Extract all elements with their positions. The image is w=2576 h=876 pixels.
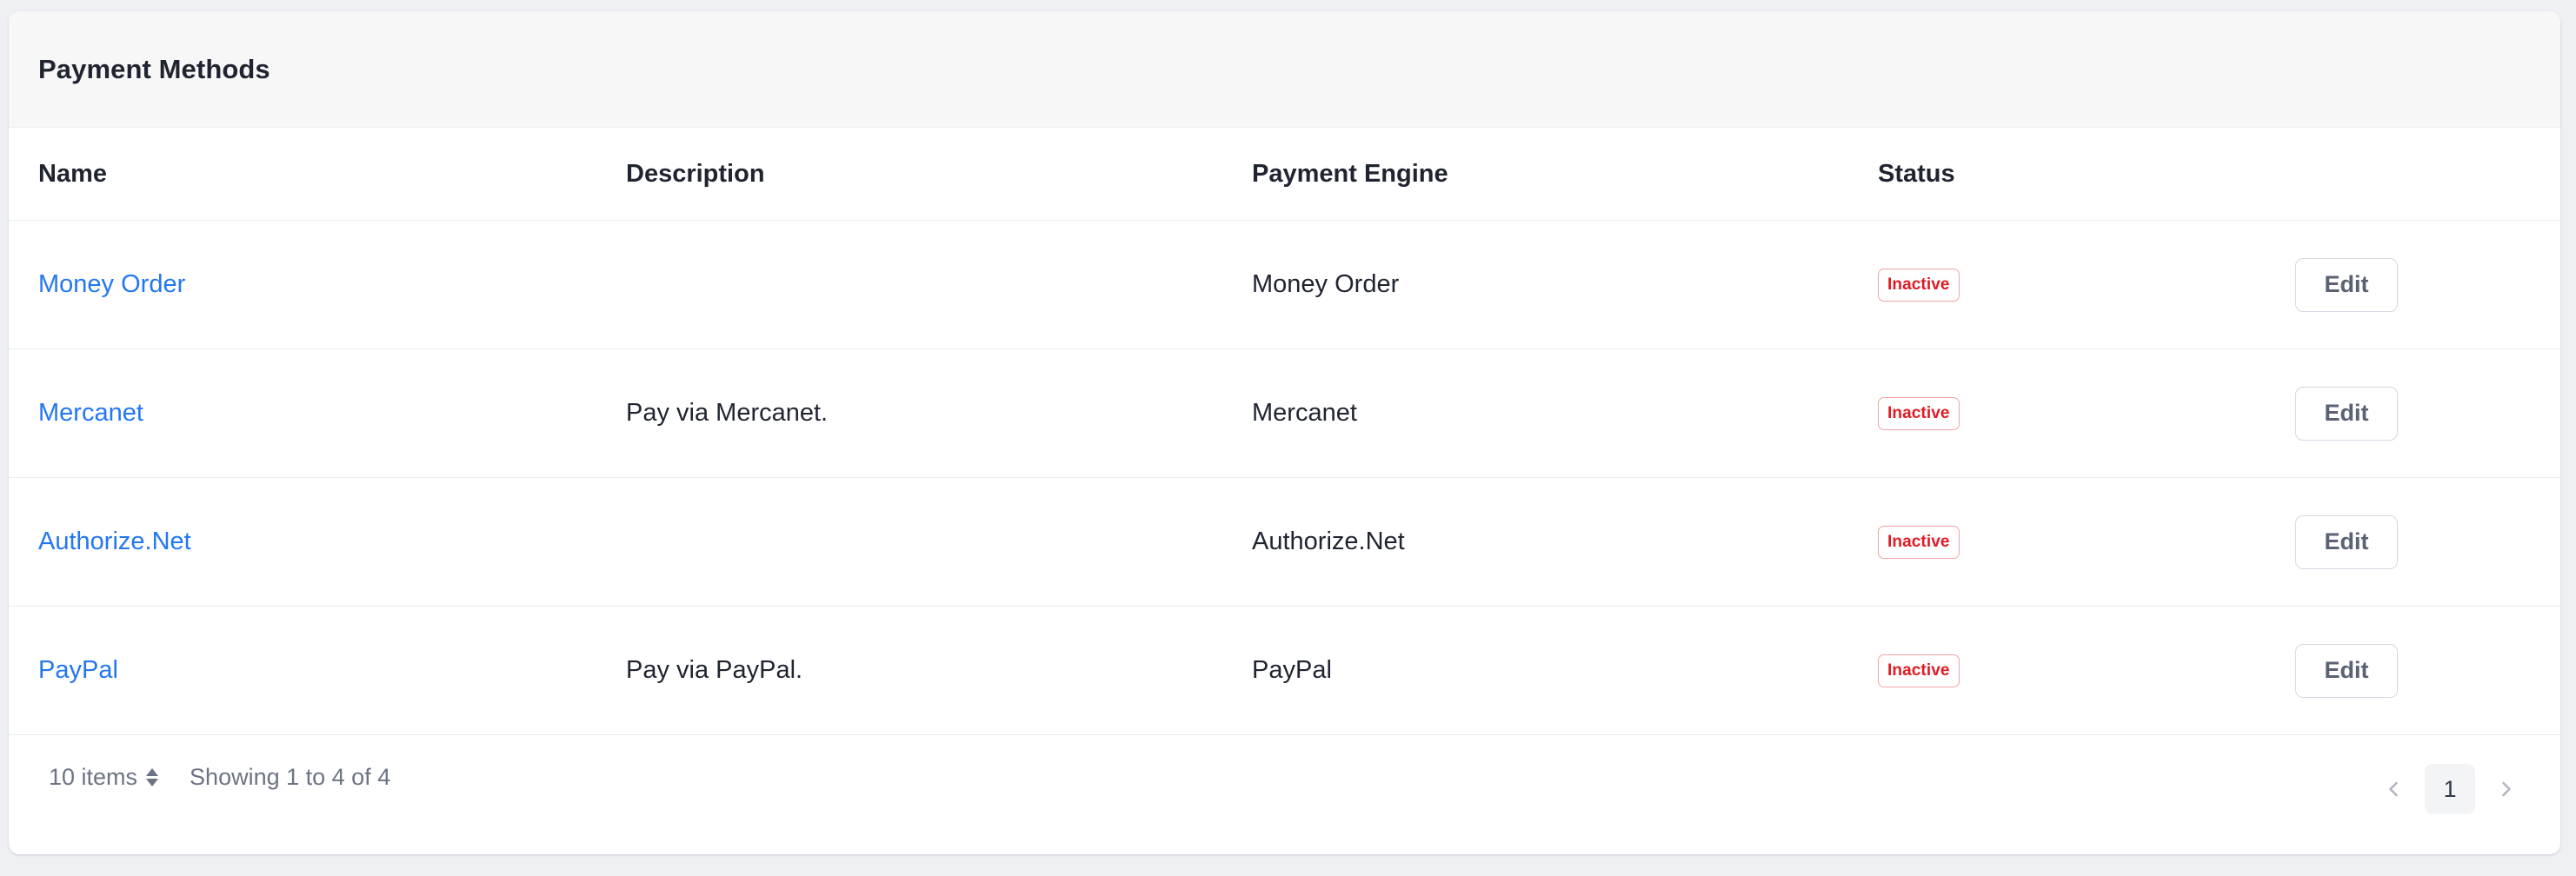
cell-status: Inactive <box>1878 348 2295 478</box>
cell-description <box>626 220 1252 349</box>
status-badge: Inactive <box>1878 397 1960 430</box>
cell-status: Inactive <box>1878 477 2295 607</box>
cell-description: Pay via Mercanet. <box>626 348 1252 478</box>
cell-payment-engine: PayPal <box>1252 606 1878 735</box>
cell-payment-engine: Authorize.Net <box>1252 477 1878 607</box>
cell-description: Pay via PayPal. <box>626 606 1252 735</box>
table-header: Name Description Payment Engine Status <box>9 128 2560 221</box>
cell-status: Inactive <box>1878 606 2295 735</box>
table-header-row: Name Description Payment Engine Status <box>9 128 2560 221</box>
page-size-selector[interactable]: 10 items <box>49 764 159 791</box>
cell-name: Authorize.Net <box>9 477 626 607</box>
up-down-arrows-icon <box>146 768 159 786</box>
card-header: Payment Methods <box>9 11 2560 128</box>
column-header-name: Name <box>9 128 626 221</box>
edit-button[interactable]: Edit <box>2295 257 2398 312</box>
payment-methods-card: Payment Methods Name Description Payment… <box>9 11 2560 854</box>
table-row: Mercanet Pay via Mercanet. Mercanet Inac… <box>9 348 2560 478</box>
edit-button[interactable]: Edit <box>2295 643 2398 698</box>
payment-method-link[interactable]: Mercanet <box>38 399 143 427</box>
column-header-description: Description <box>626 128 1252 221</box>
cell-description <box>626 477 1252 607</box>
column-header-status: Status <box>1878 128 2295 221</box>
table-row: PayPal Pay via PayPal. PayPal Inactive E… <box>9 606 2560 735</box>
cell-name: Money Order <box>9 220 626 349</box>
table-body: Money Order Money Order Inactive Edit Me… <box>9 220 2560 735</box>
table-footer: 10 items Showing 1 to 4 of 4 1 <box>9 735 2560 854</box>
chevron-left-icon[interactable] <box>2369 765 2418 813</box>
table-row: Money Order Money Order Inactive Edit <box>9 220 2560 349</box>
pagination: 1 <box>2369 764 2531 814</box>
chevron-right-icon[interactable] <box>2482 765 2531 813</box>
cell-payment-engine: Mercanet <box>1252 348 1878 478</box>
footer-left-group: 10 items Showing 1 to 4 of 4 <box>49 764 390 791</box>
payment-method-link[interactable]: Money Order <box>38 270 185 298</box>
edit-button[interactable]: Edit <box>2295 514 2398 569</box>
column-header-actions <box>2295 128 2560 221</box>
page-background: Payment Methods Name Description Payment… <box>0 0 2576 876</box>
column-header-payment-engine: Payment Engine <box>1252 128 1878 221</box>
cell-actions: Edit <box>2295 477 2560 607</box>
status-badge: Inactive <box>1878 269 1960 302</box>
table-row: Authorize.Net Authorize.Net Inactive Edi… <box>9 477 2560 607</box>
payment-method-link[interactable]: PayPal <box>38 656 118 684</box>
showing-range-text: Showing 1 to 4 of 4 <box>190 764 391 790</box>
page-title: Payment Methods <box>38 53 270 84</box>
status-badge: Inactive <box>1878 654 1960 687</box>
page-size-label: 10 items <box>49 764 138 790</box>
cell-actions: Edit <box>2295 348 2560 478</box>
cell-actions: Edit <box>2295 220 2560 349</box>
edit-button[interactable]: Edit <box>2295 386 2398 441</box>
payment-method-link[interactable]: Authorize.Net <box>38 528 191 555</box>
cell-status: Inactive <box>1878 220 2295 349</box>
cell-name: PayPal <box>9 606 626 735</box>
pagination-page-1[interactable]: 1 <box>2425 764 2475 814</box>
status-badge: Inactive <box>1878 526 1960 559</box>
cell-actions: Edit <box>2295 606 2560 735</box>
payment-methods-table: Name Description Payment Engine Status M… <box>9 128 2560 735</box>
cell-name: Mercanet <box>9 348 626 478</box>
cell-payment-engine: Money Order <box>1252 220 1878 349</box>
